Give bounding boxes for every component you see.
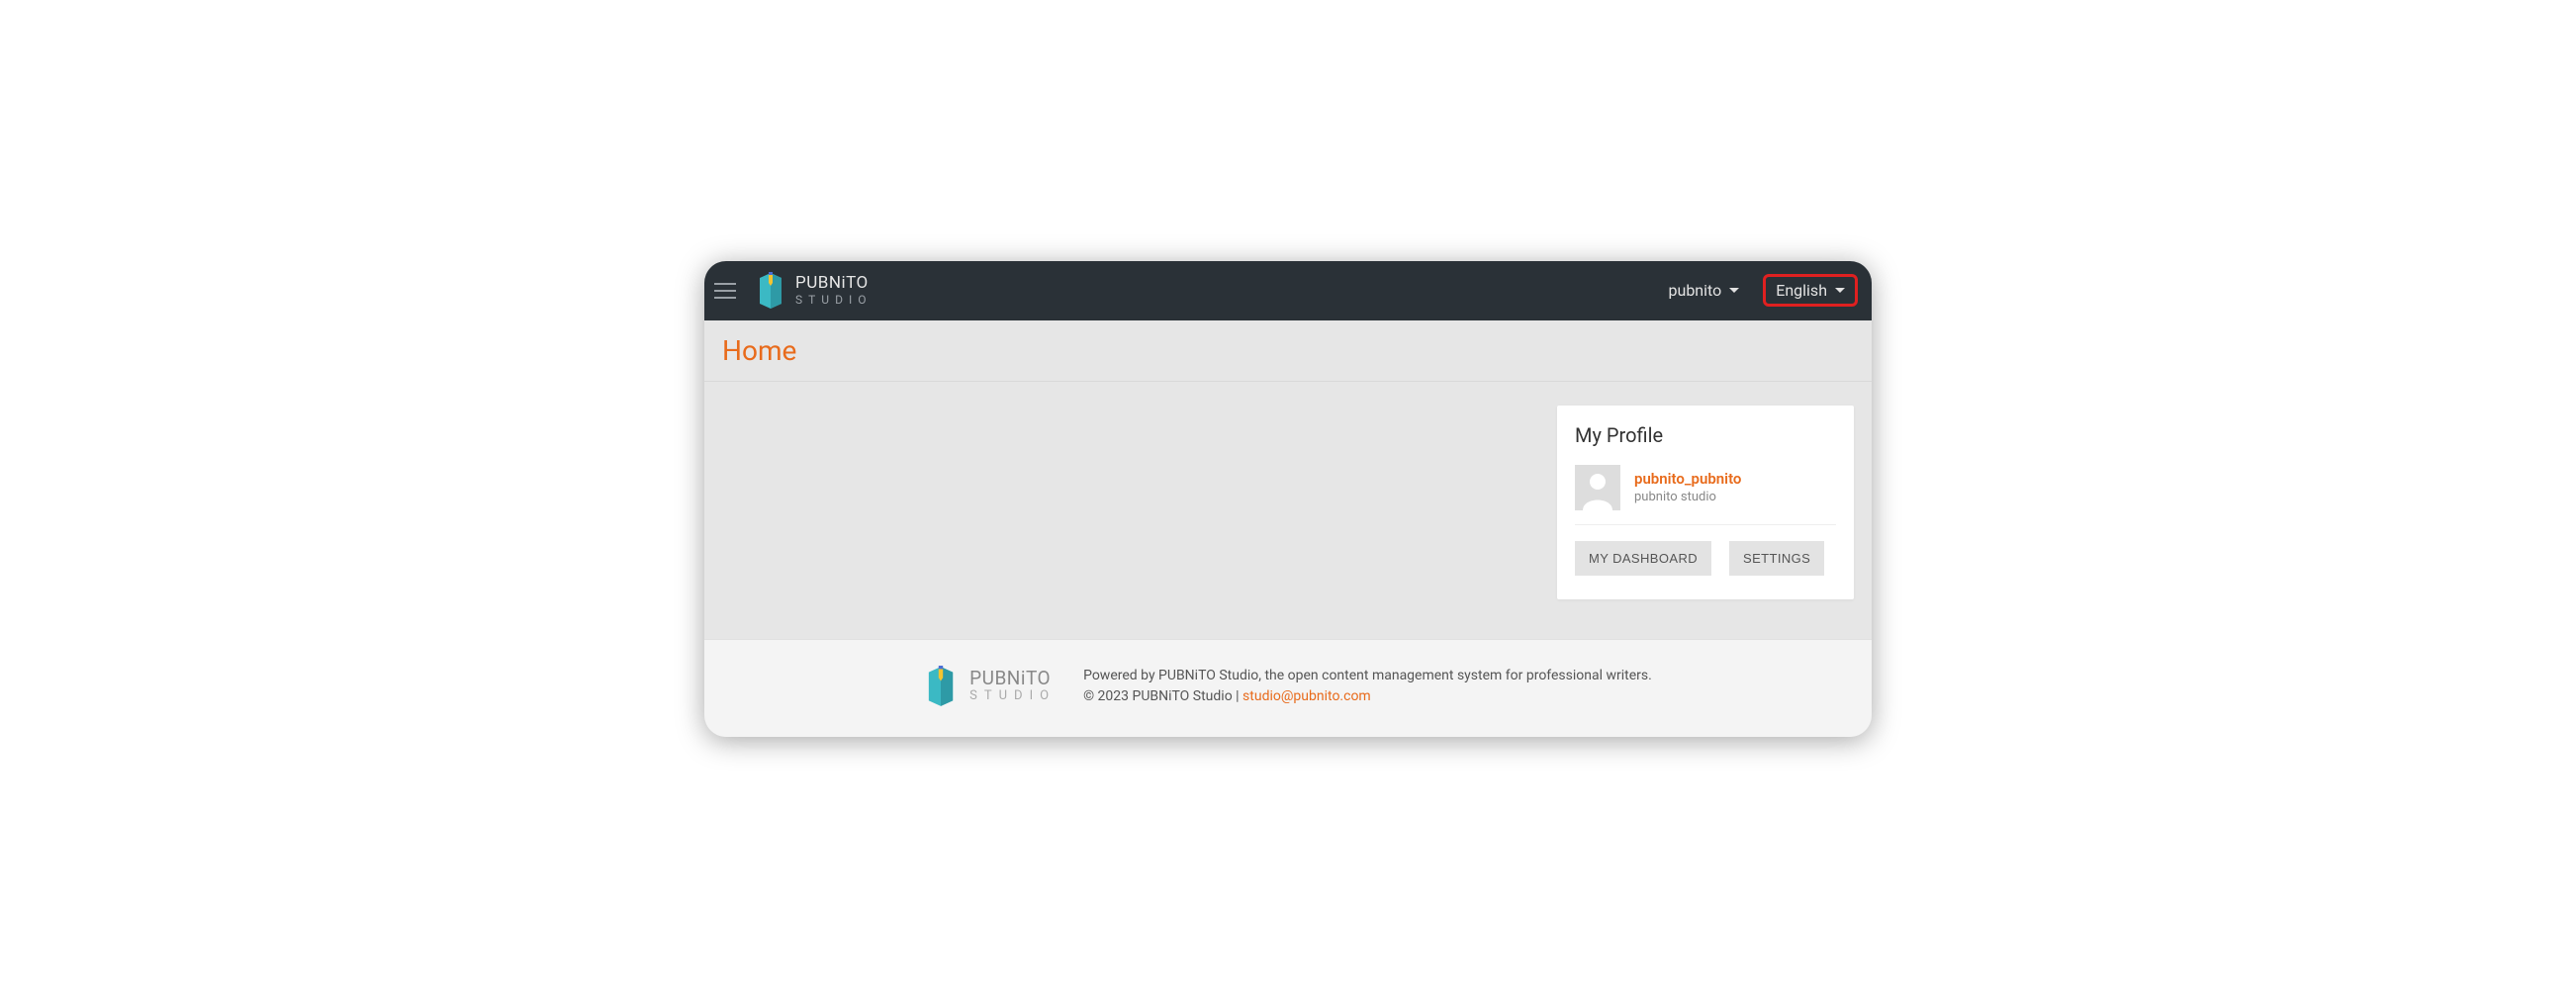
chevron-down-icon xyxy=(1835,288,1845,293)
user-label: pubnito xyxy=(1669,281,1722,300)
menu-icon[interactable] xyxy=(712,277,740,305)
user-dropdown[interactable]: pubnito xyxy=(1663,277,1746,304)
my-dashboard-button[interactable]: MY DASHBOARD xyxy=(1575,541,1711,576)
footer-copyright: © 2023 PUBNiTO Studio | xyxy=(1083,688,1242,704)
settings-button[interactable]: SETTINGS xyxy=(1729,541,1824,576)
footer-text: Powered by PUBNiTO Studio, the open cont… xyxy=(1083,666,1652,707)
footer-email-link[interactable]: studio@pubnito.com xyxy=(1242,688,1371,704)
app-frame: PUBNiTO STUDIO pubnito English Home My P… xyxy=(704,261,1872,737)
footer-tagline: Powered by PUBNiTO Studio, the open cont… xyxy=(1083,666,1652,686)
chevron-down-icon xyxy=(1729,288,1739,293)
page-title: Home xyxy=(722,334,1854,367)
main-content: My Profile pubnito_pubnito pubnito studi… xyxy=(704,382,1872,639)
brand-name: PUBNiTO xyxy=(795,275,872,293)
footer-brand-subtitle: STUDIO xyxy=(969,689,1056,703)
footer: PUBNiTO STUDIO Powered by PUBNiTO Studio… xyxy=(704,639,1872,737)
language-dropdown[interactable]: English xyxy=(1763,274,1858,307)
brand-logo[interactable]: PUBNiTO STUDIO xyxy=(756,272,872,310)
person-icon xyxy=(1575,465,1620,510)
profile-username[interactable]: pubnito_pubnito xyxy=(1634,470,1741,488)
book-icon xyxy=(756,272,785,310)
book-icon xyxy=(924,666,958,707)
footer-brand-name: PUBNiTO xyxy=(969,669,1056,688)
footer-logo: PUBNiTO STUDIO xyxy=(924,666,1056,707)
profile-org: pubnito studio xyxy=(1634,490,1741,504)
avatar xyxy=(1575,465,1620,510)
language-label: English xyxy=(1776,281,1827,300)
page-title-bar: Home xyxy=(704,320,1872,382)
topbar: PUBNiTO STUDIO pubnito English xyxy=(704,261,1872,320)
topbar-right: pubnito English xyxy=(1663,274,1858,307)
profile-heading: My Profile xyxy=(1575,423,1836,447)
brand-subtitle: STUDIO xyxy=(795,294,872,307)
profile-card: My Profile pubnito_pubnito pubnito studi… xyxy=(1557,406,1854,599)
profile-row: pubnito_pubnito pubnito studio xyxy=(1575,465,1836,525)
